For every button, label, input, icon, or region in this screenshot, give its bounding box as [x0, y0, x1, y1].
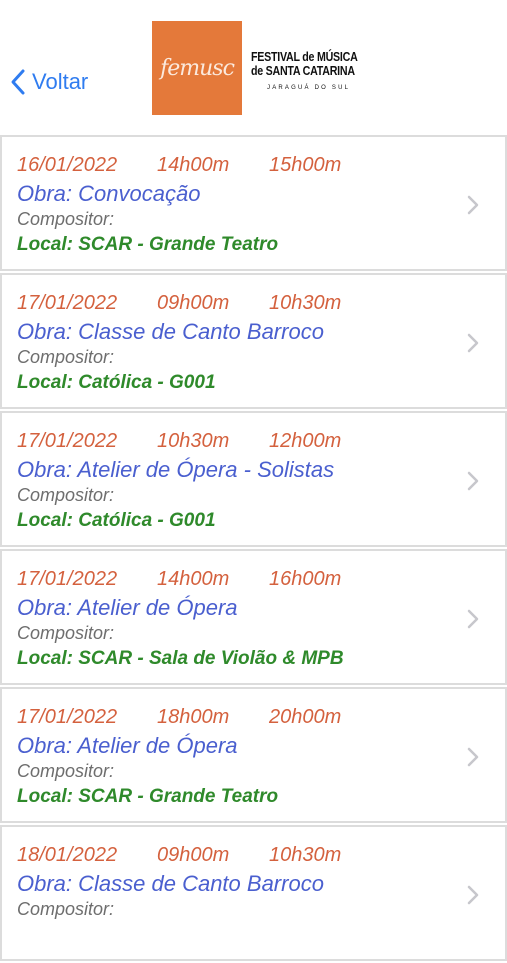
event-obra: Obra: Convocação: [17, 181, 201, 206]
chevron-right-icon: [467, 195, 479, 215]
event-start: 14h00m: [157, 154, 230, 176]
femusc-logo: femusc: [152, 21, 242, 115]
event-time-row: 18/01/2022 09h00m 10h30m: [17, 844, 341, 867]
event-date: 17/01/2022: [17, 430, 118, 452]
event-start: 10h30m: [157, 430, 230, 452]
femusc-logo-text: femusc: [160, 55, 235, 81]
back-button[interactable]: Voltar: [10, 64, 88, 100]
list-item[interactable]: 18/01/2022 09h00m 10h30m Obra: Classe de…: [0, 825, 507, 961]
event-compositor: Compositor:: [17, 623, 115, 643]
festival-line2: de SANTA CATARINA: [251, 63, 355, 78]
event-time-row: 17/01/2022 10h30m 12h00m: [17, 430, 341, 453]
event-start: 14h00m: [157, 568, 230, 590]
event-list: 16/01/2022 14h00m 15h00m Obra: Convocaçã…: [0, 135, 507, 963]
event-end: 15h00m: [269, 154, 342, 176]
chevron-right-icon: [467, 885, 479, 905]
event-obra: Obra: Classe de Canto Barroco: [17, 319, 324, 344]
event-end: 12h00m: [269, 430, 342, 452]
event-local: Local: SCAR - Grande Teatro: [17, 786, 279, 807]
chevron-right-icon: [467, 747, 479, 767]
festival-logo: FESTIVAL de MÚSICA de SANTA CATARINA JAR…: [251, 50, 361, 104]
event-end: 20h00m: [269, 706, 342, 728]
event-local: Local: Católica - G001: [17, 372, 216, 393]
event-local: Local: Católica - G001: [17, 510, 216, 531]
event-compositor: Compositor:: [17, 899, 115, 919]
event-date: 18/01/2022: [17, 844, 118, 866]
chevron-left-icon: [11, 69, 25, 95]
back-label: Voltar: [32, 69, 89, 94]
event-obra: Obra: Atelier de Ópera: [17, 595, 238, 620]
festival-line1: FESTIVAL de MÚSICA: [251, 49, 358, 64]
event-end: 10h30m: [269, 292, 342, 314]
event-date: 16/01/2022: [17, 154, 118, 176]
list-item[interactable]: 17/01/2022 14h00m 16h00m Obra: Atelier d…: [0, 549, 507, 685]
event-time-row: 17/01/2022 18h00m 20h00m: [17, 706, 341, 729]
list-item[interactable]: 17/01/2022 09h00m 10h30m Obra: Classe de…: [0, 273, 507, 409]
event-end: 10h30m: [269, 844, 342, 866]
event-obra: Obra: Classe de Canto Barroco: [17, 871, 324, 896]
event-time-row: 17/01/2022 14h00m 16h00m: [17, 568, 341, 591]
event-end: 16h00m: [269, 568, 342, 590]
event-local: Local: SCAR - Sala de Violão & MPB: [17, 648, 344, 669]
event-compositor: Compositor:: [17, 761, 115, 781]
chevron-right-icon: [467, 609, 479, 629]
chevron-right-icon: [467, 471, 479, 491]
event-time-row: 16/01/2022 14h00m 15h00m: [17, 154, 341, 177]
event-local: Local: SCAR - Grande Teatro: [17, 234, 279, 255]
list-item[interactable]: 17/01/2022 18h00m 20h00m Obra: Atelier d…: [0, 687, 507, 823]
chevron-right-icon: [467, 333, 479, 353]
event-date: 17/01/2022: [17, 568, 118, 590]
event-date: 17/01/2022: [17, 292, 118, 314]
event-date: 17/01/2022: [17, 706, 118, 728]
festival-city: JARAGUÁ DO SUL: [267, 85, 351, 91]
event-compositor: Compositor:: [17, 485, 115, 505]
list-item[interactable]: 17/01/2022 10h30m 12h00m Obra: Atelier d…: [0, 411, 507, 547]
event-time-row: 17/01/2022 09h00m 10h30m: [17, 292, 341, 315]
event-obra: Obra: Atelier de Ópera - Solistas: [17, 457, 335, 482]
event-start: 18h00m: [157, 706, 230, 728]
event-compositor: Compositor:: [17, 209, 115, 229]
event-start: 09h00m: [157, 292, 230, 314]
event-obra: Obra: Atelier de Ópera: [17, 733, 238, 758]
header: Voltar femusc FESTIVAL de MÚSICA de SANT…: [0, 0, 507, 134]
event-compositor: Compositor:: [17, 347, 115, 367]
event-start: 09h00m: [157, 844, 230, 866]
list-item[interactable]: 16/01/2022 14h00m 15h00m Obra: Convocaçã…: [0, 135, 507, 271]
